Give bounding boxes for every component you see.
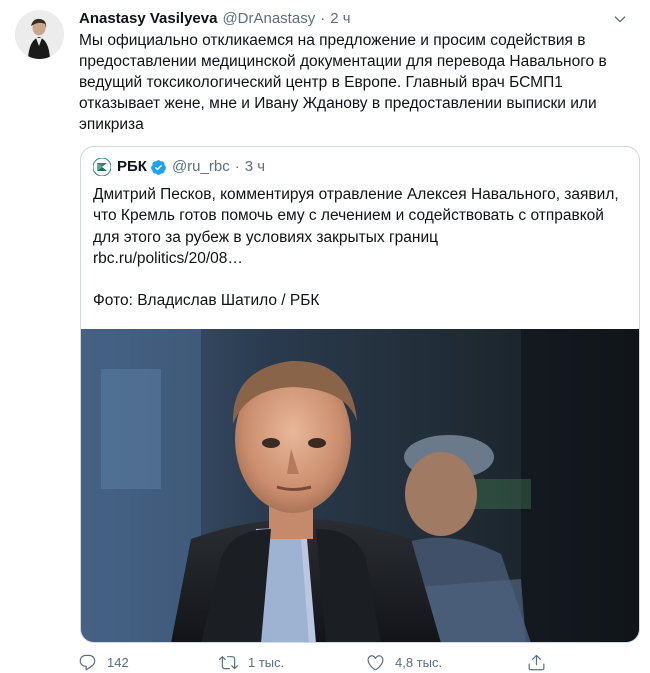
tweet-card[interactable]: Anastasy Vasilyeva @DrAnastasy · 2 ч Мы … (0, 0, 650, 673)
retweet-count: 1 тыс. (248, 654, 285, 670)
rbc-logo-icon (92, 157, 112, 177)
tweet-header: Anastasy Vasilyeva @DrAnastasy · 2 ч (79, 9, 638, 29)
quoted-tweet-header: РБК @ru_rbc · 3 ч (92, 157, 627, 177)
author-name[interactable]: Anastasy Vasilyeva (79, 9, 217, 29)
tweet-timestamp[interactable]: 2 ч (330, 9, 350, 29)
verified-badge-icon (150, 159, 167, 176)
heart-icon (366, 653, 385, 672)
quoted-tweet-timestamp[interactable]: 3 ч (245, 157, 265, 177)
quoted-tweet-text: Дмитрий Песков, комментируя отравление А… (93, 186, 619, 310)
tweet-actions: 142 1 тыс. 4,8 тыс. (78, 651, 558, 673)
author-handle[interactable]: @DrAnastasy (222, 9, 315, 29)
quoted-author-name[interactable]: РБК (117, 157, 147, 177)
separator-dot: · (234, 158, 240, 175)
avatar-image (15, 10, 64, 59)
reply-icon (78, 653, 97, 672)
tweet-text: Мы официально откликаемся на предложение… (79, 32, 607, 133)
like-button[interactable]: 4,8 тыс. (366, 653, 442, 672)
like-count: 4,8 тыс. (395, 654, 443, 670)
share-button[interactable] (527, 653, 546, 672)
chevron-down-icon[interactable] (610, 9, 630, 29)
quoted-tweet[interactable]: РБК @ru_rbc · 3 ч Дмитрий Песков, коммен… (80, 146, 640, 643)
share-icon (527, 653, 546, 672)
separator-dot: · (320, 10, 326, 27)
author-avatar[interactable] (15, 10, 64, 59)
quoted-author-handle[interactable]: @ru_rbc (172, 157, 230, 177)
reply-button[interactable]: 142 (78, 653, 129, 672)
retweet-icon (219, 653, 238, 672)
quoted-tweet-photo[interactable] (81, 329, 639, 642)
retweet-button[interactable]: 1 тыс. (219, 653, 284, 672)
reply-count: 142 (107, 654, 129, 670)
